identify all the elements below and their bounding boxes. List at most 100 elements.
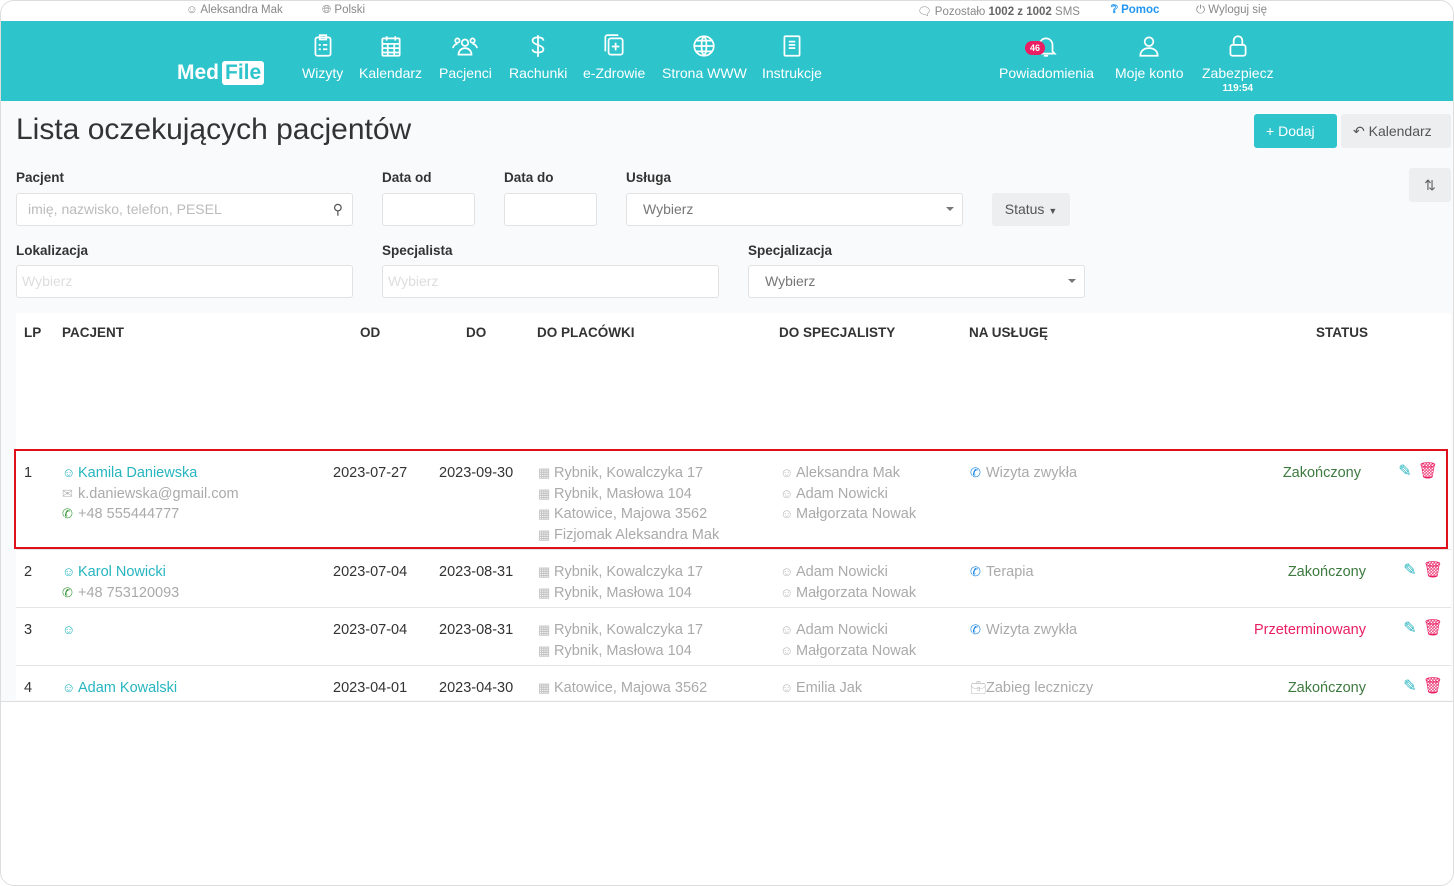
help-link[interactable]: ❔︎ Pomoc [1111,4,1159,17]
phone-text: +48 555444777 [78,506,180,522]
patient-phone: ✆ +48 753120093 [62,583,179,604]
nav-strona-www[interactable]: Strona WWW [662,33,747,81]
medical-card-icon [604,34,624,56]
date-to-input[interactable] [504,193,597,226]
service-select[interactable]: Wybierz [626,193,963,226]
date-from: 2023-07-04 [333,622,408,638]
place-item: ▦ Rybnik, Kowalczyka 17 [538,463,719,484]
service-cell: 💼︎Zabieg leczniczy [970,678,1093,699]
patient-name-link[interactable]: ☺ [62,620,78,641]
nav-moje-konto[interactable]: Moje konto [1115,33,1183,81]
sort-button[interactable]: ⇅ [1409,168,1451,202]
medfile-logo[interactable]: Med File [177,61,265,85]
nav-instrukcje[interactable]: Instrukcje [762,33,822,81]
specialization-select[interactable]: Wybierz [748,265,1085,298]
nav-rachunki[interactable]: Rachunki [509,33,567,81]
status-filter-button[interactable]: Status ▼ [992,193,1070,226]
places-cell: ▦ Rybnik, Kowalczyka 17 ▦ Rybnik, Masłowa 1… [538,463,719,545]
service-value: Wybierz [643,201,694,217]
trash-icon[interactable]: 🗑︎ [1423,678,1443,695]
table-row[interactable]: 3 ☺ 2023-07-04 2023-08-31 ▦ Rybnik, Kowalczyk… [16,607,1451,665]
nav-kalendarz[interactable]: Kalendarz [359,33,422,81]
main-content: Lista oczekujących pacjentów + Dodaj ↶ K… [1,101,1453,788]
header-lp: LP [24,325,42,340]
place-name: Rybnik, Kowalczyka 17 [554,622,704,638]
sms-counter: 🗨︎ Pozostało 1002 z 1002 SMS [917,6,1080,18]
header-specjalisty: DO SPECJALISTY [779,325,896,340]
patient-name-link[interactable]: ☺ Adam Kowalski [62,678,246,699]
users-icon [452,37,479,56]
specialist-item: ☺ Adam Nowicki [780,562,916,583]
patient-name: Kamila Daniewska [78,465,198,481]
edit-pencil-icon[interactable]: ✎ [1403,562,1416,579]
nav-label: Strona WWW [662,65,747,81]
nav-label: Kalendarz [359,65,423,81]
patient-name-link[interactable]: ☺ Karol Nowicki [62,562,179,583]
specialists-cell: ☺ Adam Nowicki ☺ Małgorzata Nowak [780,562,916,603]
nav-pacjenci[interactable]: Pacjenci [439,33,492,81]
specialists-cell: ☺ Adam Nowicki ☺ Małgorzata Nowak [780,620,916,661]
phone-icon: ✆ [970,622,981,637]
place-item: ▦ Rybnik, Masłowa 104 [538,484,719,505]
edit-pencil-icon[interactable]: ✎ [1403,620,1416,637]
language-link[interactable]: 🌐︎ Polski [322,4,365,17]
patient-label: Pacjent [16,170,65,185]
table-row[interactable]: 2 ☺ Karol Nowicki ✆ +48 753120093 2023-07-04 2… [16,549,1451,607]
table-row[interactable]: 1 ☺ Kamila Daniewska ✉ k.daniewska@gmail.com… [14,449,1448,549]
calendar-label: Kalendarz [1368,123,1432,139]
patient-phone: ✆ +48 555444777 [62,504,239,525]
globe-icon [693,35,716,57]
logout-link[interactable]: ⏻︎ Wyloguj się [1196,4,1267,17]
edit-pencil-icon[interactable]: ✎ [1403,678,1416,695]
service-name: Wizyta zwykła [986,622,1078,638]
specialist-placeholder: Wybierz [388,273,439,289]
place-item: ▦ Rybnik, Masłowa 104 [538,641,703,662]
nav-e-zdrowie[interactable]: e-Zdrowie [583,33,645,81]
place-item: ▦ Rybnik, Kowalczyka 17 [538,562,703,583]
date-to-label: Data do [504,170,554,185]
logout-label: Wyloguj się [1208,4,1267,16]
trash-icon[interactable]: 🗑︎ [1423,620,1443,637]
dollar-icon [531,35,545,57]
specialist-item: ☺Aleksandra Mak [780,463,916,484]
specialist-item: ☺ Emilia Jak [780,678,862,699]
page-title: Lista oczekujących pacjentów [16,113,412,146]
nav-label: Rachunki [509,65,568,81]
status-label: Status [1004,201,1045,217]
nav-zabezpiecz[interactable]: Zabezpiecz 119:54 [1202,33,1274,94]
date-from: 2023-07-27 [333,465,408,481]
date-from-input[interactable] [382,193,475,226]
service-name: Terapia [986,564,1034,580]
edit-pencil-icon[interactable]: ✎ [1398,463,1411,480]
nav-wizyty[interactable]: Wizyty [302,33,343,81]
envelope-icon: ✉ [62,485,73,501]
nav-powiadomienia[interactable]: 46 Powiadomienia [999,33,1094,81]
add-label: Dodaj [1278,123,1315,139]
service-name: Wizyta zwykła [986,465,1078,481]
nav-label: e-Zdrowie [583,65,646,81]
calendar-button[interactable]: ↶ Kalendarz [1341,114,1451,148]
place-name: Katowice, Majowa 3562 [554,506,708,522]
specialists-cell: ☺ Aleksandra Mak ☺ Adam Nowicki ☺ Małgorzata … [780,463,916,525]
phone-icon: ✆ [62,506,73,521]
places-cell: ▦ Rybnik, Kowalczyka 17 ▦ Rybnik, Masłowa 1… [538,562,703,603]
user-link[interactable]: ☺ Aleksandra Mak [186,4,283,16]
specialist-item: ☺ Adam Nowicki [780,620,916,641]
date-to: 2023-08-31 [439,622,514,638]
building-icon: ▦ [538,622,551,637]
search-icon: ⚲ [332,201,343,217]
place-item: ▦ Katowice, Majowa 3562 [538,678,707,699]
trash-icon[interactable]: 🗑︎ [1418,463,1438,480]
doctor-icon: ☺ [780,465,794,480]
patient-search-input[interactable]: imię, nazwisko, telefon, PESEL ⚲ [16,193,353,226]
logo-text: Med [177,61,219,84]
row-actions: ✎ 🗑︎ [1397,560,1443,580]
location-input[interactable]: Wybierz [16,265,353,298]
add-button[interactable]: + Dodaj [1254,114,1337,148]
trash-icon[interactable]: 🗑︎ [1423,562,1443,579]
patient-name-link[interactable]: ☺ Kamila Daniewska [62,463,239,484]
specialist-input[interactable]: Wybierz [382,265,719,298]
service-cell: ✆ Wizyta zwykła [970,620,1077,641]
waiting-list-table: LP PACJENT OD DO DO PLACÓWKI DO SPECJALI… [14,313,1451,788]
nav-label: Instrukcje [762,65,822,81]
